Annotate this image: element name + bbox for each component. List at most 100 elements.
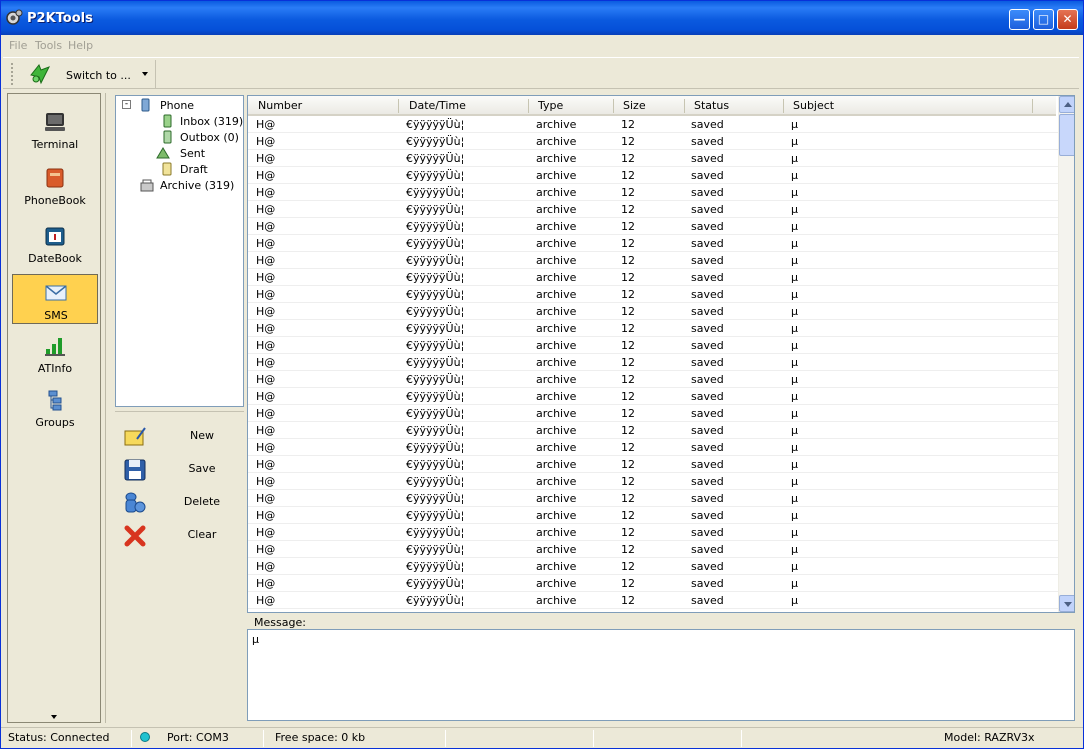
delete-button[interactable]: Delete: [121, 489, 236, 517]
table-row[interactable]: H@ €ÿÿÿÿÿÜù¦ archive 12 saved µ: [248, 303, 1058, 320]
table-row[interactable]: H@ €ÿÿÿÿÿÜù¦ archive 12 saved µ: [248, 490, 1058, 507]
scroll-down-button[interactable]: [1059, 595, 1074, 612]
cell-number: H@: [256, 271, 276, 284]
cell-type: archive: [536, 475, 577, 488]
table-row[interactable]: H@ €ÿÿÿÿÿÜù¦ archive 12 saved µ: [248, 354, 1058, 371]
col-number[interactable]: Number: [258, 99, 302, 112]
cell-status: saved: [691, 169, 724, 182]
table-row[interactable]: H@ €ÿÿÿÿÿÜù¦ archive 12 saved µ: [248, 371, 1058, 388]
close-button[interactable]: ✕: [1057, 9, 1078, 30]
table-row[interactable]: H@ €ÿÿÿÿÿÜù¦ archive 12 saved µ: [248, 388, 1058, 405]
minimize-button[interactable]: —: [1009, 9, 1030, 30]
cell-size: 12: [621, 458, 635, 471]
table-row[interactable]: H@ €ÿÿÿÿÿÜù¦ archive 12 saved µ: [248, 235, 1058, 252]
status-port: Port: COM3: [167, 731, 229, 744]
table-row[interactable]: H@ €ÿÿÿÿÿÜù¦ archive 12 saved µ: [248, 150, 1058, 167]
col-divider[interactable]: [398, 99, 399, 113]
outbox-icon: [163, 130, 172, 144]
table-row[interactable]: H@ €ÿÿÿÿÿÜù¦ archive 12 saved µ: [248, 320, 1058, 337]
cell-datetime: €ÿÿÿÿÿÜù¦: [406, 339, 465, 352]
list-scrollbar[interactable]: [1058, 96, 1074, 612]
delete-label: Delete: [183, 495, 221, 508]
col-status[interactable]: Status: [694, 99, 729, 112]
table-row[interactable]: H@ €ÿÿÿÿÿÜù¦ archive 12 saved µ: [248, 252, 1058, 269]
table-row[interactable]: H@ €ÿÿÿÿÿÜù¦ archive 12 saved µ: [248, 218, 1058, 235]
table-row[interactable]: H@ €ÿÿÿÿÿÜù¦ archive 12 saved µ: [248, 286, 1058, 303]
cell-type: archive: [536, 560, 577, 573]
menu-tools[interactable]: Tools: [35, 39, 62, 52]
collapse-minus-icon[interactable]: -: [122, 100, 131, 109]
chevron-down-icon[interactable]: [142, 72, 148, 76]
toolbar-grip[interactable]: [11, 63, 14, 85]
cell-subject: µ: [791, 237, 798, 250]
table-row[interactable]: H@ €ÿÿÿÿÿÜù¦ archive 12 saved µ: [248, 507, 1058, 524]
col-datetime[interactable]: Date/Time: [409, 99, 466, 112]
cell-subject: µ: [791, 118, 798, 131]
table-row[interactable]: H@ €ÿÿÿÿÿÜù¦ archive 12 saved µ: [248, 269, 1058, 286]
table-row[interactable]: H@ €ÿÿÿÿÿÜù¦ archive 12 saved µ: [248, 184, 1058, 201]
nav-phonebook[interactable]: PhoneBook: [12, 160, 98, 210]
col-divider[interactable]: [783, 99, 784, 113]
table-row[interactable]: H@ €ÿÿÿÿÿÜù¦ archive 12 saved µ: [248, 201, 1058, 218]
scroll-up-button[interactable]: [1059, 96, 1074, 113]
table-row[interactable]: H@ €ÿÿÿÿÿÜù¦ archive 12 saved µ: [248, 422, 1058, 439]
folder-tree: - Phone Inbox (319) Outbox (0) Sent Draf…: [115, 95, 244, 407]
col-size[interactable]: Size: [623, 99, 646, 112]
left-splitter[interactable]: [105, 93, 110, 723]
cell-datetime: €ÿÿÿÿÿÜù¦: [406, 305, 465, 318]
table-row[interactable]: H@ €ÿÿÿÿÿÜù¦ archive 12 saved µ: [248, 337, 1058, 354]
nav-sms[interactable]: SMS: [12, 274, 98, 324]
cell-number: H@: [256, 458, 276, 471]
table-row[interactable]: H@ €ÿÿÿÿÿÜù¦ archive 12 saved µ: [248, 473, 1058, 490]
cell-number: H@: [256, 237, 276, 250]
table-row[interactable]: H@ €ÿÿÿÿÿÜù¦ archive 12 saved µ: [248, 133, 1058, 150]
new-button[interactable]: New: [121, 423, 236, 451]
table-row[interactable]: H@ €ÿÿÿÿÿÜù¦ archive 12 saved µ: [248, 456, 1058, 473]
nav-groups[interactable]: Groups: [12, 382, 98, 432]
table-row[interactable]: H@ €ÿÿÿÿÿÜù¦ archive 12 saved µ: [248, 592, 1058, 609]
table-row[interactable]: H@ €ÿÿÿÿÿÜù¦ archive 12 saved µ: [248, 439, 1058, 456]
scroll-thumb[interactable]: [1059, 114, 1074, 156]
col-subject[interactable]: Subject: [793, 99, 834, 112]
cell-subject: µ: [791, 373, 798, 386]
message-textarea[interactable]: µ: [247, 629, 1075, 721]
close-icon: ✕: [1062, 12, 1073, 26]
table-row[interactable]: H@ €ÿÿÿÿÿÜù¦ archive 12 saved µ: [248, 575, 1058, 592]
cell-type: archive: [536, 594, 577, 607]
table-row[interactable]: H@ €ÿÿÿÿÿÜù¦ archive 12 saved µ: [248, 116, 1058, 133]
table-row[interactable]: H@ €ÿÿÿÿÿÜù¦ archive 12 saved µ: [248, 167, 1058, 184]
nav-datebook[interactable]: DateBook: [12, 218, 98, 268]
clear-button[interactable]: Clear: [121, 522, 236, 550]
col-divider[interactable]: [613, 99, 614, 113]
cell-datetime: €ÿÿÿÿÿÜù¦: [406, 577, 465, 590]
table-row[interactable]: H@ €ÿÿÿÿÿÜù¦ archive 12 saved µ: [248, 541, 1058, 558]
col-divider[interactable]: [528, 99, 529, 113]
nav-atinfo[interactable]: ATInfo: [12, 328, 98, 378]
menu-file[interactable]: File: [9, 39, 27, 52]
table-row[interactable]: H@ €ÿÿÿÿÿÜù¦ archive 12 saved µ: [248, 405, 1058, 422]
table-row[interactable]: H@ €ÿÿÿÿÿÜù¦ archive 12 saved µ: [248, 524, 1058, 541]
cell-type: archive: [536, 186, 577, 199]
switch-to-button[interactable]: Switch to ...: [21, 60, 156, 88]
nav-terminal[interactable]: Terminal: [12, 104, 98, 154]
col-divider[interactable]: [684, 99, 685, 113]
table-row[interactable]: H@ €ÿÿÿÿÿÜù¦ archive 12 saved µ: [248, 558, 1058, 575]
col-type[interactable]: Type: [538, 99, 563, 112]
cell-size: 12: [621, 407, 635, 420]
title-bar[interactable]: P2KTools — □ ✕: [1, 1, 1083, 35]
nav-scroll-down-icon[interactable]: [51, 715, 57, 719]
menu-help[interactable]: Help: [68, 39, 93, 52]
col-divider[interactable]: [1032, 99, 1033, 113]
cell-status: saved: [691, 492, 724, 505]
tree-label-archive: Archive (319): [160, 179, 235, 192]
app-gear-icon: [6, 9, 23, 25]
cell-type: archive: [536, 203, 577, 216]
cell-subject: µ: [791, 135, 798, 148]
cell-type: archive: [536, 407, 577, 420]
save-button[interactable]: Save: [121, 456, 236, 484]
cell-subject: µ: [791, 390, 798, 403]
cell-number: H@: [256, 339, 276, 352]
cell-type: archive: [536, 305, 577, 318]
maximize-button[interactable]: □: [1033, 9, 1054, 30]
cell-number: H@: [256, 254, 276, 267]
